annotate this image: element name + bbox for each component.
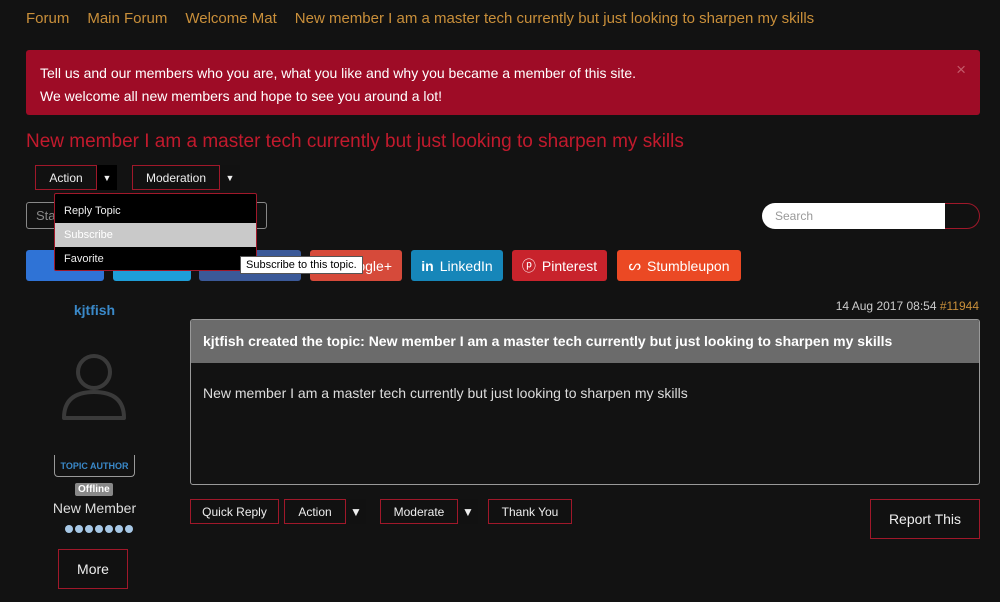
menu-item-reply-topic[interactable]: Reply Topic xyxy=(55,199,256,223)
rank-star-icon xyxy=(85,525,93,533)
stumbleupon-icon: ᔕ xyxy=(628,257,641,273)
share-pinterest-button[interactable]: ⓟ Pinterest xyxy=(512,250,607,281)
alert-line-1: Tell us and our members who you are, wha… xyxy=(40,65,637,81)
pinterest-label: Pinterest xyxy=(541,257,598,274)
search-button[interactable] xyxy=(945,203,980,229)
post-author-name[interactable]: kjtfish xyxy=(26,302,163,318)
post-header: kjtfish created the topic: New member I … xyxy=(191,320,979,363)
share-linkedin-button[interactable]: in LinkedIn xyxy=(411,250,503,281)
breadcrumb: Forum Main Forum Welcome Mat New member … xyxy=(26,10,814,27)
pinterest-icon: ⓟ xyxy=(521,257,536,274)
subscribe-tooltip: Subscribe to this topic. xyxy=(240,256,363,274)
caret-down-icon: ▼ xyxy=(350,504,362,519)
stumbleupon-label: Stumbleupon xyxy=(646,257,730,274)
thank-you-button[interactable]: Thank You xyxy=(488,499,572,524)
breadcrumb-welcome-mat[interactable]: Welcome Mat xyxy=(185,10,276,27)
user-rank: New Member xyxy=(52,500,137,516)
action-caret-button[interactable]: ▼ xyxy=(97,165,117,190)
welcome-alert: Tell us and our members who you are, wha… xyxy=(26,50,980,115)
moderate-button[interactable]: Moderate xyxy=(380,499,458,524)
search-input[interactable]: Search xyxy=(762,203,946,229)
rank-star-icon xyxy=(105,525,113,533)
rank-star-icon xyxy=(65,525,73,533)
rank-star-icon xyxy=(95,525,103,533)
linkedin-label: LinkedIn xyxy=(439,257,493,274)
status-badge: Offline xyxy=(75,483,113,496)
avatar[interactable] xyxy=(58,348,130,429)
more-button[interactable]: More xyxy=(58,549,128,589)
breadcrumb-current-topic[interactable]: New member I am a master tech currently … xyxy=(295,10,814,27)
close-icon[interactable]: × xyxy=(956,58,966,81)
post-id-link[interactable]: #11944 xyxy=(940,299,979,313)
caret-down-icon: ▼ xyxy=(462,504,474,519)
topic-author-badge: TOPIC AUTHOR xyxy=(54,455,135,477)
user-silhouette-icon xyxy=(62,354,126,420)
caret-down-icon: ▼ xyxy=(225,172,235,183)
post-container: kjtfish created the topic: New member I … xyxy=(190,319,980,485)
post-meta: 14 Aug 2017 08:54 #11944 xyxy=(836,299,979,313)
moderation-button[interactable]: Moderation xyxy=(132,165,220,190)
action-dropdown-menu: Reply Topic Subscribe Favorite xyxy=(54,193,257,271)
rank-star-icon xyxy=(115,525,123,533)
moderation-caret-button[interactable]: ▼ xyxy=(220,165,240,190)
post-body: New member I am a master tech currently … xyxy=(203,385,688,401)
post-action-caret-button[interactable]: ▼ xyxy=(346,499,366,524)
alert-line-2: We welcome all new members and hope to s… xyxy=(40,88,443,104)
rank-star-icon xyxy=(75,525,83,533)
post-date: 14 Aug 2017 08:54 xyxy=(835,299,937,313)
report-button[interactable]: Report This xyxy=(870,499,980,539)
page-title: New member I am a master tech currently … xyxy=(26,131,684,152)
breadcrumb-main-forum[interactable]: Main Forum xyxy=(87,10,167,27)
breadcrumb-forum[interactable]: Forum xyxy=(26,10,69,27)
post-action-button[interactable]: Action xyxy=(284,499,346,524)
caret-down-icon: ▼ xyxy=(102,172,112,183)
menu-item-subscribe[interactable]: Subscribe xyxy=(55,223,256,247)
action-button[interactable]: Action xyxy=(35,165,97,190)
rank-star-icon xyxy=(125,525,133,533)
share-stumbleupon-button[interactable]: ᔕ Stumbleupon xyxy=(617,250,741,281)
quick-reply-button[interactable]: Quick Reply xyxy=(190,499,279,524)
linkedin-icon: in xyxy=(421,257,434,274)
moderate-caret-button[interactable]: ▼ xyxy=(458,499,478,524)
rank-stars xyxy=(65,525,133,533)
menu-item-favorite[interactable]: Favorite xyxy=(55,247,256,271)
